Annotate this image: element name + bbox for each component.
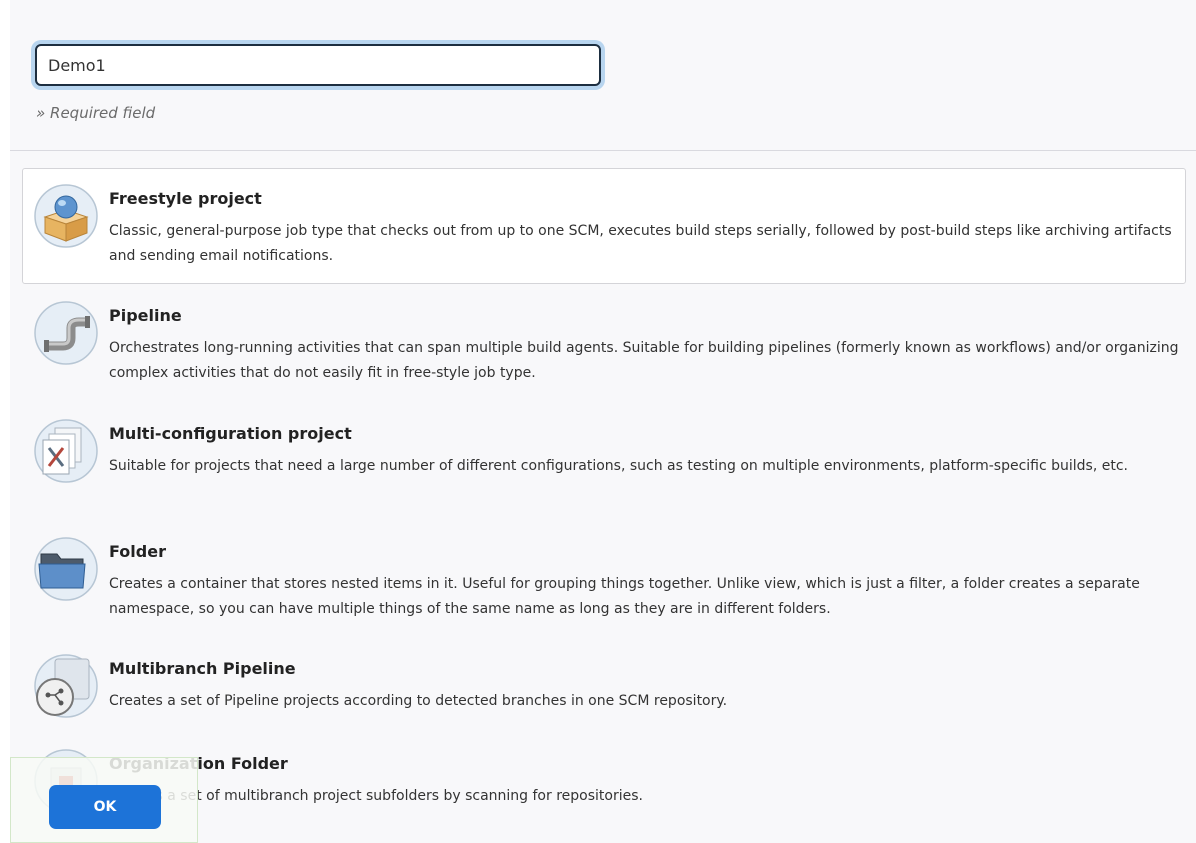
job-type-description: Classic, general-purpose job type that c…: [109, 223, 1172, 264]
job-type-freestyle-project[interactable]: Freestyle project Classic, general-purpo…: [22, 168, 1186, 284]
folder-icon: [34, 537, 98, 601]
item-name-panel: » Required field: [10, 0, 1196, 151]
multi-configuration-tools-icon: [34, 419, 98, 483]
job-type-description: Creates a container that stores nested i…: [109, 576, 1140, 617]
job-type-title: Freestyle project: [109, 189, 262, 208]
job-type-description: Creates a set of Pipeline projects accor…: [109, 693, 728, 709]
ok-button-footer: OK: [10, 757, 198, 843]
job-type-list: Freestyle project Classic, general-purpo…: [10, 151, 1196, 843]
job-type-folder[interactable]: Folder Creates a container that stores n…: [22, 521, 1186, 637]
freestyle-package-icon: [34, 184, 98, 248]
job-type-description: Suitable for projects that need a large …: [109, 458, 1128, 474]
new-item-page: » Required field Freestyle project Class…: [0, 0, 1196, 843]
item-name-input[interactable]: [35, 44, 601, 86]
job-type-title: Multibranch Pipeline: [109, 659, 296, 678]
job-type-pipeline[interactable]: Pipeline Orchestrates long-running activ…: [22, 285, 1186, 401]
job-type-title: Folder: [109, 542, 166, 561]
ok-button[interactable]: OK: [49, 785, 161, 829]
required-field-hint: » Required field: [36, 104, 156, 122]
multibranch-branch-icon: [34, 654, 98, 718]
job-type-title: Multi-configuration project: [109, 424, 352, 443]
job-type-title: Pipeline: [109, 306, 182, 325]
job-type-multi-configuration-project[interactable]: Multi-configuration project Suitable for…: [22, 403, 1186, 519]
job-type-description: Creates a set of multibranch project sub…: [109, 788, 643, 804]
job-type-multibranch-pipeline[interactable]: Multibranch Pipeline Creates a set of Pi…: [22, 638, 1186, 730]
pipeline-pipe-icon: [34, 301, 98, 365]
job-type-description: Orchestrates long-running activities tha…: [109, 340, 1179, 381]
